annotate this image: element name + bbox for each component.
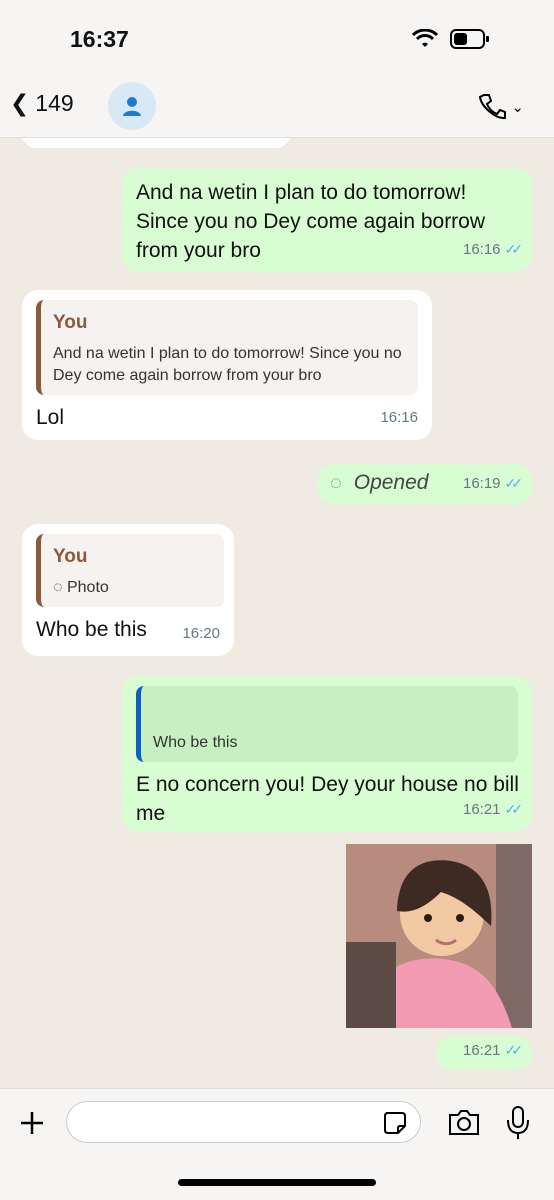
message-time: 16:21 [462, 801, 501, 818]
message-time: 16:16 [380, 409, 418, 426]
wifi-icon [412, 29, 438, 47]
reply-quote[interactable]: Who be this [136, 686, 518, 762]
reply-quote[interactable]: You ◌ Photo [36, 534, 224, 607]
partial-message-bubble [22, 138, 290, 148]
unread-count: 149 [35, 90, 74, 116]
quote-text: Photo [66, 579, 109, 596]
battery-icon [450, 29, 489, 49]
photo-meta-bubble: 16:21 ✓✓ [436, 1036, 532, 1070]
camera-icon[interactable] [447, 1107, 481, 1137]
message-composer [0, 1088, 554, 1200]
quote-author: You [53, 312, 88, 333]
chat-header: ❮ 149 ⌄ [0, 78, 554, 138]
quote-text: And na wetin I plan to do tomorrow! Sinc… [53, 345, 402, 384]
message-bubble-outgoing[interactable]: And na wetin I plan to do tomorrow! Sinc… [122, 168, 532, 272]
message-bubble-incoming[interactable]: You And na wetin I plan to do tomorrow! … [22, 290, 432, 440]
plus-icon[interactable] [18, 1109, 46, 1137]
chevron-left-icon: ❮ [10, 90, 30, 116]
microphone-icon[interactable] [504, 1105, 532, 1141]
status-bar: 16:37 [0, 0, 554, 78]
phone-icon [479, 94, 507, 120]
message-meta: 16:16 [380, 403, 418, 432]
opened-label: Opened [353, 471, 429, 494]
double-check-icon: ✓✓ [504, 801, 524, 817]
message-time: 16:21 [462, 1042, 501, 1059]
message-meta: 16:19 ✓✓ [462, 469, 524, 498]
message-time: 16:16 [462, 241, 501, 258]
view-once-icon: ◌ [53, 579, 63, 596]
message-text: And na wetin I plan to do tomorrow! Sinc… [136, 181, 486, 262]
message-meta: 16:20 [182, 619, 220, 648]
message-text: Lol [36, 406, 65, 429]
child-photo-icon [346, 844, 532, 1028]
view-once-icon: ◌ [330, 472, 342, 494]
message-input[interactable] [66, 1101, 421, 1143]
person-icon [123, 97, 141, 116]
back-button[interactable]: ❮ 149 [10, 90, 74, 117]
chevron-down-icon: ⌄ [511, 99, 524, 116]
double-check-icon: ✓✓ [504, 475, 524, 491]
reply-quote[interactable]: You And na wetin I plan to do tomorrow! … [36, 300, 418, 395]
status-time: 16:37 [70, 26, 129, 52]
message-meta: 16:21 ✓✓ [462, 1036, 524, 1065]
double-check-icon: ✓✓ [504, 1042, 524, 1058]
home-indicator [178, 1179, 376, 1186]
sticker-icon[interactable] [382, 1110, 408, 1136]
quote-photo-row: ◌ Photo [53, 577, 212, 599]
view-once-opened-bubble[interactable]: ◌ Opened 16:19 ✓✓ [318, 464, 532, 504]
double-check-icon: ✓✓ [504, 241, 524, 257]
status-icons [412, 28, 490, 50]
quote-author: You [53, 546, 88, 567]
message-time: 16:19 [462, 475, 501, 492]
message-time: 16:20 [182, 625, 220, 642]
quote-text: Who be this [153, 734, 238, 751]
contact-avatar[interactable] [108, 82, 156, 130]
call-button[interactable]: ⌄ [477, 92, 524, 122]
message-bubble-outgoing[interactable]: Who be this E no concern you! Dey your h… [122, 676, 532, 832]
message-meta: 16:21 ✓✓ [462, 795, 524, 824]
chat-area[interactable]: And na wetin I plan to do tomorrow! Sinc… [0, 138, 554, 1088]
photo-message[interactable] [346, 844, 532, 1028]
message-bubble-incoming[interactable]: You ◌ Photo Who be this 16:20 [22, 524, 234, 656]
message-meta: 16:16 ✓✓ [462, 235, 524, 264]
